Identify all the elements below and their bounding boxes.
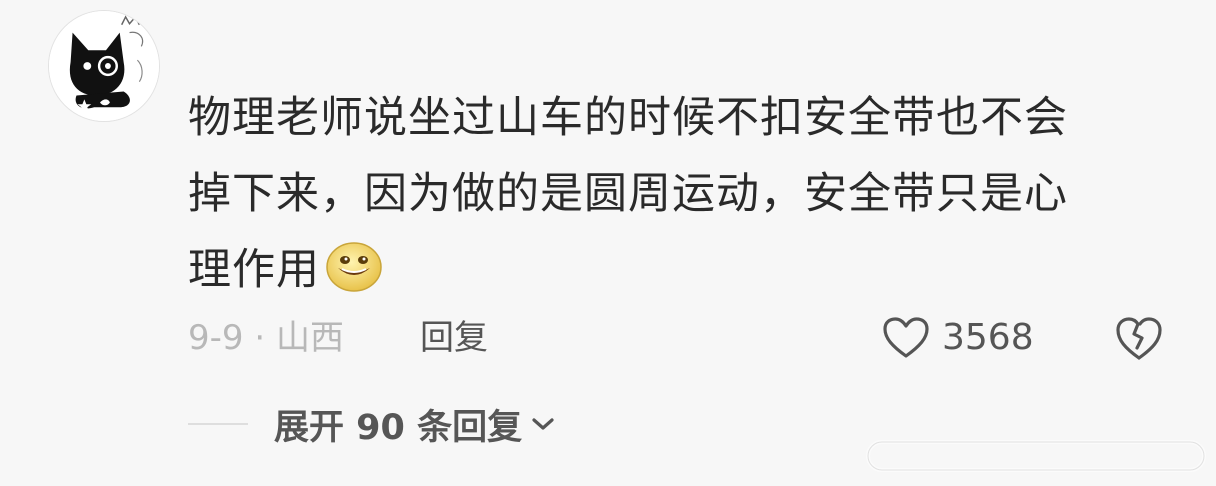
- comment-line-text: 理作用: [188, 245, 320, 295]
- expand-replies-label: 展开 90 条回复: [274, 407, 523, 448]
- comment-line: 掉下来，因为做的是圆周运动，安全带只是心: [188, 169, 1068, 219]
- dislike-button[interactable]: [1114, 314, 1164, 362]
- date-location: 9-9 · 山西: [188, 318, 344, 358]
- chevron-down-icon: [532, 418, 554, 430]
- comment-line: 理作用: [188, 232, 1168, 308]
- reply-button[interactable]: 回复: [420, 312, 488, 364]
- expand-replies-button[interactable]: 展开 90 条回复: [274, 399, 556, 450]
- like-count: 3568: [942, 317, 1034, 358]
- divider: [188, 423, 248, 425]
- comment-meta: 9-9 · 山西 回复 3568: [188, 312, 1178, 364]
- black-cat-avatar-icon: [49, 11, 159, 121]
- comment-card: 物理老师说坐过山车的时候不扣安全带也不会 掉下来，因为做的是圆周运动，安全带只是…: [0, 0, 1216, 486]
- expand-replies-row: 展开 90 条回复: [188, 398, 556, 450]
- comment-text: 物理老师说坐过山车的时候不扣安全带也不会 掉下来，因为做的是圆周运动，安全带只是…: [188, 80, 1168, 308]
- heart-icon: [883, 317, 929, 358]
- watermark: [866, 436, 1206, 476]
- comment-line: 物理老师说坐过山车的时候不扣安全带也不会: [188, 93, 1068, 143]
- broken-heart-icon: [1116, 317, 1162, 360]
- avatar[interactable]: [48, 10, 160, 122]
- like-button[interactable]: 3568: [882, 312, 1034, 364]
- grin-emoji-icon: [324, 236, 384, 296]
